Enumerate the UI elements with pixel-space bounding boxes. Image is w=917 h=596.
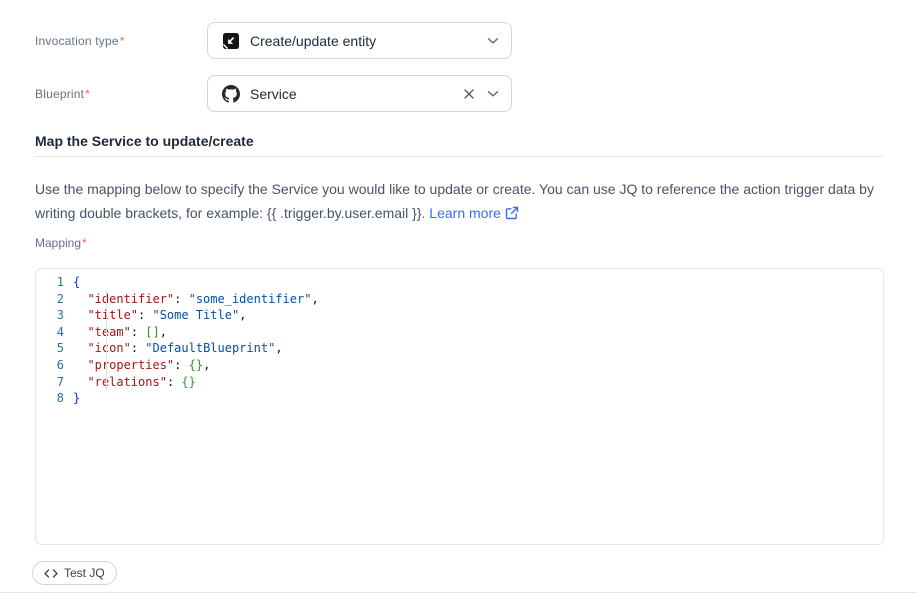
external-link-icon: [505, 206, 519, 220]
code-line[interactable]: 7 "relations": {}: [36, 374, 883, 391]
section-description: Use the mapping below to specify the Ser…: [35, 177, 884, 225]
code-line[interactable]: 2 "identifier": "some_identifier",: [36, 291, 883, 308]
line-number: 7: [36, 374, 64, 391]
github-icon: [222, 85, 240, 103]
chevron-down-icon[interactable]: [487, 37, 499, 45]
mapping-label-text: Mapping: [35, 236, 81, 250]
required-asterisk: *: [85, 87, 90, 101]
code-line[interactable]: 6 "properties": {},: [36, 357, 883, 374]
line-number: 8: [36, 390, 64, 407]
line-number: 3: [36, 307, 64, 324]
test-jq-label: Test JQ: [64, 566, 105, 580]
create-update-entity-icon: [222, 32, 240, 50]
mapping-code-editor[interactable]: 1{2 "identifier": "some_identifier",3 "t…: [35, 268, 884, 545]
blueprint-select[interactable]: Service: [207, 75, 512, 112]
mapping-label: Mapping*: [35, 236, 87, 250]
code-text: "identifier": "some_identifier",: [73, 291, 319, 308]
learn-more-link[interactable]: Learn more: [429, 205, 519, 221]
line-number: 1: [36, 274, 64, 291]
required-asterisk: *: [120, 34, 125, 48]
invocation-type-label-text: Invocation type: [35, 34, 119, 48]
code-line[interactable]: 3 "title": "Some Title",: [36, 307, 883, 324]
invocation-type-select[interactable]: Create/update entity: [207, 22, 512, 59]
indent-guide: [106, 290, 107, 390]
required-asterisk: *: [82, 236, 87, 250]
code-text: "icon": "DefaultBlueprint",: [73, 340, 283, 357]
code-text: "title": "Some Title",: [73, 307, 246, 324]
test-jq-button[interactable]: Test JQ: [32, 561, 117, 585]
invocation-type-label: Invocation type*: [35, 34, 207, 48]
code-text: }: [73, 390, 80, 407]
code-line[interactable]: 4 "team": [],: [36, 324, 883, 341]
code-lines: 1{2 "identifier": "some_identifier",3 "t…: [36, 274, 883, 407]
line-number: 2: [36, 291, 64, 308]
section-heading: Map the Service to update/create: [35, 133, 254, 149]
code-line[interactable]: 8}: [36, 390, 883, 407]
bottom-divider: [0, 592, 917, 593]
blueprint-label: Blueprint*: [35, 87, 207, 101]
code-brackets-icon: [44, 569, 58, 578]
section-divider: [35, 156, 884, 157]
learn-more-label: Learn more: [429, 205, 501, 221]
line-number: 5: [36, 340, 64, 357]
invocation-type-row: Invocation type* Create/update entity: [35, 22, 884, 59]
blueprint-row: Blueprint* Service: [35, 75, 884, 112]
chevron-down-icon[interactable]: [487, 90, 499, 98]
line-number: 6: [36, 357, 64, 374]
blueprint-label-text: Blueprint: [35, 87, 84, 101]
blueprint-value: Service: [250, 86, 453, 102]
invocation-type-value: Create/update entity: [250, 33, 477, 49]
code-line[interactable]: 1{: [36, 274, 883, 291]
code-text: "properties": {},: [73, 357, 210, 374]
code-text: "relations": {}: [73, 374, 196, 391]
code-line[interactable]: 5 "icon": "DefaultBlueprint",: [36, 340, 883, 357]
clear-icon[interactable]: [463, 88, 475, 100]
code-text: "team": [],: [73, 324, 167, 341]
code-text: {: [73, 274, 80, 291]
line-number: 4: [36, 324, 64, 341]
